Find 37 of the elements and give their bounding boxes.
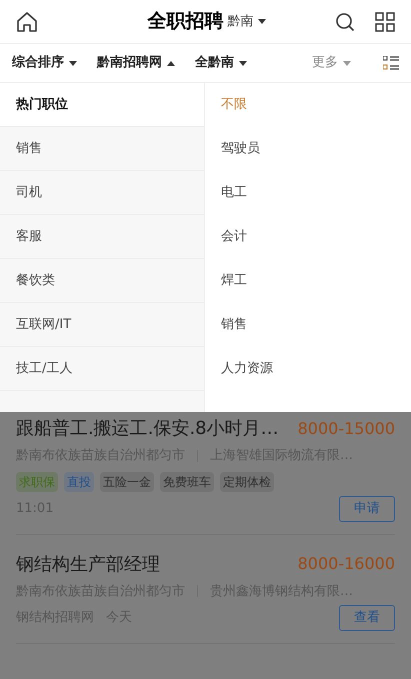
job-tag: 定期体检: [220, 472, 274, 492]
search-icon[interactable]: [335, 12, 355, 32]
job-title[interactable]: 跟船普工.搬运工.保安.8小时月…: [16, 415, 279, 442]
filter-tab[interactable]: 更多: [312, 53, 351, 73]
caret-down-icon: [258, 19, 266, 24]
caret-down-icon: [239, 60, 247, 66]
filter-tab[interactable]: 综合排序: [12, 53, 77, 73]
caret-down-icon: [69, 60, 77, 66]
category-item[interactable]: 餐饮类: [0, 259, 204, 303]
caret-up-icon: [167, 60, 175, 66]
job-tag: 求职保: [16, 472, 58, 492]
position-item[interactable]: 驾驶员: [205, 127, 411, 171]
caret-down-icon: [343, 60, 351, 66]
category-item[interactable]: 司机: [0, 171, 204, 215]
job-tag: 五险一金: [100, 472, 154, 492]
job-title[interactable]: 钢结构生产部经理: [16, 550, 160, 578]
salary: 8000-16000: [298, 553, 395, 575]
salary: 8000-15000: [298, 418, 395, 440]
category-item[interactable]: 互联网/IT: [0, 303, 204, 347]
filter-tab[interactable]: 黔南招聘网: [97, 53, 175, 73]
list-view-icon[interactable]: [383, 56, 399, 70]
position-item[interactable]: 焊工: [205, 259, 411, 303]
position-item[interactable]: 人力资源: [205, 347, 411, 391]
category-item[interactable]: 技工/工人: [0, 347, 204, 391]
position-item[interactable]: 销售: [205, 303, 411, 347]
category-item[interactable]: 客服: [0, 215, 204, 259]
category-item[interactable]: 销售: [0, 127, 204, 171]
job-tag: 直投: [64, 472, 94, 492]
category-item[interactable]: 热门职位: [0, 83, 204, 127]
position-item[interactable]: 会计: [205, 215, 411, 259]
position-item[interactable]: 电工: [205, 171, 411, 215]
grid-icon[interactable]: [375, 12, 395, 32]
filter-tab[interactable]: 全黔南: [195, 53, 247, 73]
home-icon[interactable]: [16, 10, 38, 32]
job-tag: 免费班车: [160, 472, 214, 492]
page-title: 全职招聘: [148, 9, 224, 34]
city-selector[interactable]: 黔南: [228, 12, 266, 32]
